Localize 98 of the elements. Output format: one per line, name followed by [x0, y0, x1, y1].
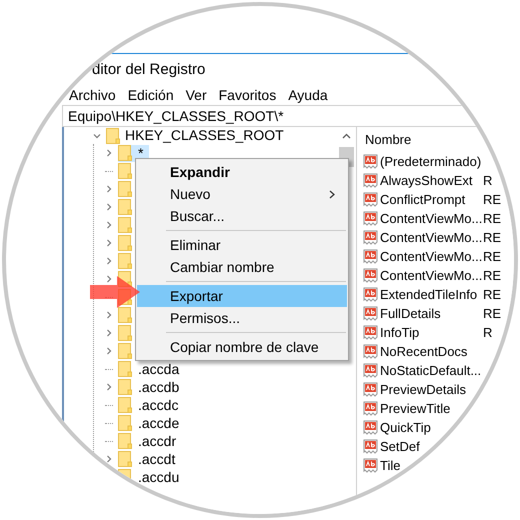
- context-menu-item[interactable]: Cambiar nombre: [137, 256, 347, 278]
- folder-icon: [118, 253, 132, 269]
- folder-icon: [118, 217, 132, 233]
- menu-item[interactable]: Ver: [186, 85, 207, 106]
- pointer-arrow: [90, 276, 140, 308]
- value-type: RE: [483, 228, 502, 247]
- menu-item[interactable]: Favoritos: [218, 85, 276, 106]
- tree-item[interactable]: .accdt: [118, 450, 182, 468]
- folder-icon: [118, 181, 132, 197]
- folder-icon: [118, 325, 132, 341]
- menu-item[interactable]: Edición: [128, 85, 174, 106]
- value-name[interactable]: NoStaticDefault...: [380, 360, 482, 380]
- value-name[interactable]: PreviewTitle: [380, 398, 450, 418]
- chevron-right-icon[interactable]: [105, 221, 113, 229]
- value-name[interactable]: Tile: [380, 456, 400, 476]
- folder-icon: [118, 199, 132, 215]
- chevron-down-icon[interactable]: [93, 132, 101, 140]
- value-name[interactable]: SetDef: [380, 436, 420, 456]
- string-value-icon: [363, 154, 378, 169]
- value-name[interactable]: AlwaysShowExt: [380, 170, 472, 190]
- value-name[interactable]: ContentViewMo...: [380, 228, 482, 248]
- value-name[interactable]: ConflictPrompt: [380, 190, 466, 210]
- tree-item[interactable]: .accdb: [118, 378, 186, 396]
- string-value-icon: [363, 458, 378, 473]
- value-name[interactable]: InfoTip: [380, 322, 420, 342]
- context-menu-item[interactable]: Copiar nombre de clave: [137, 336, 347, 358]
- chevron-right-icon[interactable]: [105, 149, 113, 157]
- string-value-icon: [363, 382, 378, 397]
- tree-item[interactable]: .accda: [118, 360, 186, 378]
- folder-icon: [118, 433, 132, 449]
- folder-icon: [118, 343, 132, 359]
- column-header[interactable]: Nombre: [365, 130, 412, 150]
- tree-item[interactable]: .accde: [118, 414, 186, 432]
- string-value-icon: [363, 211, 378, 226]
- value-name[interactable]: ContentViewMo...: [380, 246, 482, 266]
- string-value-icon: [363, 344, 378, 359]
- string-value-icon: [363, 325, 378, 340]
- value-type: RE: [483, 304, 502, 323]
- chevron-right-icon[interactable]: [105, 185, 113, 193]
- string-value-icon: [363, 230, 378, 245]
- chevron-right-icon[interactable]: [105, 329, 113, 337]
- value-type: RE: [483, 286, 502, 304]
- folder-icon: [118, 307, 132, 323]
- value-name[interactable]: QuickTip: [380, 418, 431, 438]
- chevron-right-icon[interactable]: [105, 239, 113, 247]
- string-value-icon: [363, 420, 378, 435]
- value-name[interactable]: ExtendedTileInfo: [380, 284, 478, 304]
- context-menu-item[interactable]: Exportar: [137, 285, 347, 307]
- value-name[interactable]: ContentViewMo...: [380, 266, 482, 286]
- chevron-right-icon[interactable]: [105, 257, 113, 265]
- folder-icon: [118, 397, 132, 413]
- value-type: RE: [483, 210, 502, 228]
- value-type: RE: [483, 190, 502, 209]
- folder-icon: [106, 128, 120, 144]
- folder-icon: [118, 451, 132, 467]
- string-value-icon: [363, 306, 378, 321]
- context-menu-item[interactable]: Buscar...: [137, 205, 347, 227]
- chevron-right-icon[interactable]: [105, 203, 113, 211]
- value-type: RE: [483, 266, 502, 285]
- folder-icon: [118, 361, 132, 377]
- context-menu-item[interactable]: Expandir: [137, 161, 347, 183]
- string-value-icon: [363, 192, 378, 207]
- menu-item[interactable]: Archivo: [69, 85, 116, 106]
- context-menu-item[interactable]: Eliminar: [137, 234, 347, 256]
- chevron-right-icon[interactable]: [105, 383, 113, 391]
- window-title: ditor del Registro: [92, 60, 206, 80]
- string-value-icon: [363, 249, 378, 264]
- folder-icon: [118, 235, 132, 251]
- value-name[interactable]: ContentViewMo...: [380, 208, 482, 228]
- string-value-icon: [363, 363, 378, 378]
- chevron-right-icon[interactable]: [105, 347, 113, 355]
- chevron-right-icon[interactable]: [105, 455, 113, 463]
- value-type: RE: [483, 248, 502, 266]
- value-name[interactable]: (Predeterminado): [380, 152, 482, 172]
- context-menu-item[interactable]: Permisos...: [137, 307, 347, 329]
- value-name[interactable]: NoRecentDocs: [380, 342, 468, 362]
- folder-icon: [118, 163, 132, 179]
- string-value-icon: [363, 287, 378, 302]
- context-menu-item[interactable]: Nuevo: [137, 183, 347, 205]
- value-type: R: [483, 172, 492, 190]
- folder-icon: [118, 379, 132, 395]
- folder-icon: [118, 145, 132, 161]
- chevron-right-icon[interactable]: [105, 311, 113, 319]
- tree-item[interactable]: HKEY_CLASSES_ROOT: [125, 125, 284, 146]
- chevron-right-icon[interactable]: [105, 275, 113, 283]
- string-value-icon: [363, 268, 378, 283]
- string-value-icon: [363, 439, 378, 454]
- tree-item[interactable]: .accdr: [118, 432, 182, 450]
- string-value-icon: [363, 173, 378, 188]
- string-value-icon: [363, 401, 378, 416]
- value-name[interactable]: PreviewDetails: [380, 380, 466, 400]
- tree-item[interactable]: *: [118, 144, 150, 162]
- value-type: R: [483, 324, 492, 342]
- value-name[interactable]: FullDetails: [380, 304, 441, 324]
- folder-icon: [118, 415, 132, 431]
- menu-item[interactable]: Ayuda: [288, 85, 328, 106]
- tree-item[interactable]: .accdc: [118, 396, 184, 414]
- tree-item[interactable]: .accdu: [118, 468, 186, 486]
